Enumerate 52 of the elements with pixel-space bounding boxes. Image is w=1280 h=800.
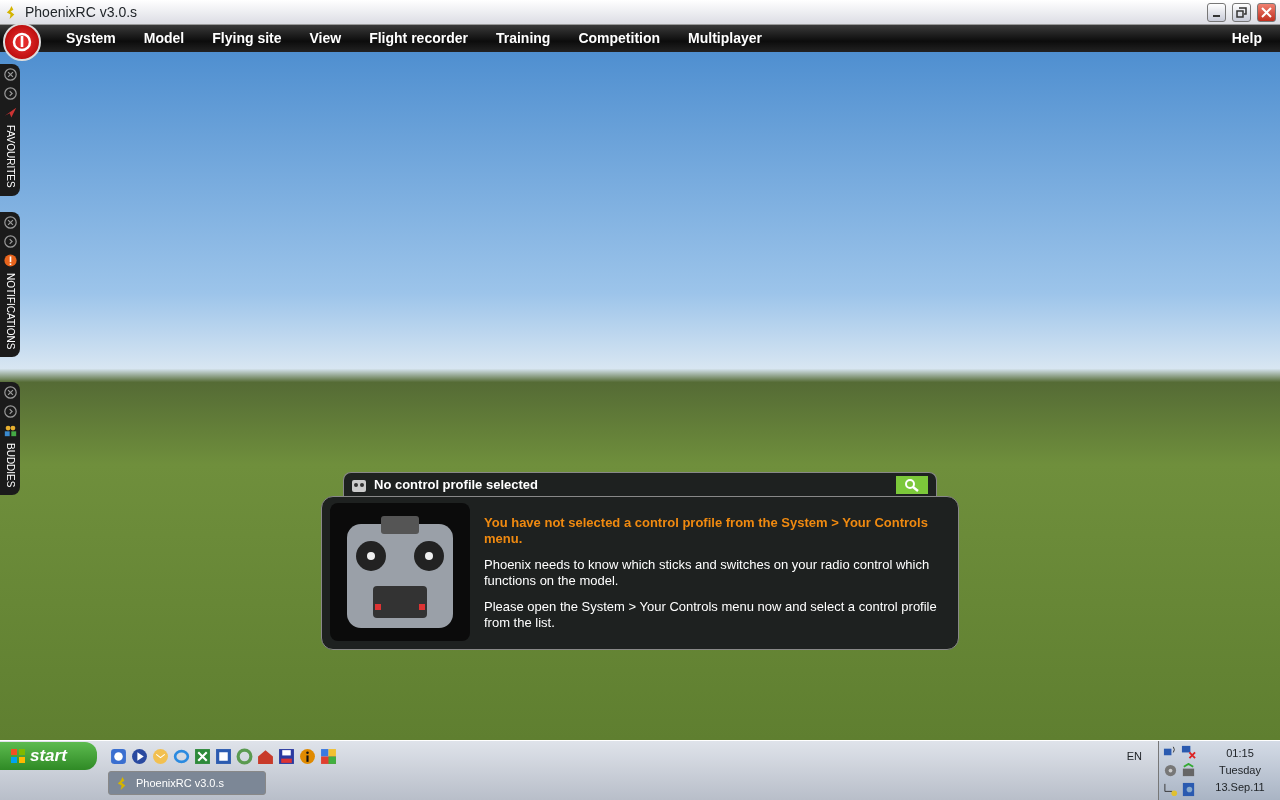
clock-time: 01:15 (1226, 746, 1254, 762)
flag-icon (10, 748, 26, 764)
menu-item[interactable]: Training (481, 28, 565, 49)
exclamation-icon (3, 254, 17, 267)
close-icon[interactable] (3, 216, 17, 229)
house-icon[interactable] (257, 747, 274, 765)
speaker-icon[interactable] (1163, 763, 1178, 778)
expand-icon[interactable] (3, 405, 17, 418)
warning-heading: You have not selected a control profile from the System > Your Controls menu. (484, 515, 929, 547)
taskbar-window-button[interactable]: PhoenixRC v3.0.s (108, 771, 266, 795)
menu-item[interactable]: Flight recorder (355, 28, 482, 49)
expand-icon[interactable] (3, 87, 17, 100)
search-icon (904, 477, 920, 492)
power-icon (12, 32, 32, 52)
minimize-icon (1213, 15, 1220, 17)
dialog-paragraph: Phoenix needs to know which sticks and switches on your radio control which functions on the model. (484, 557, 931, 589)
book-icon[interactable] (1181, 782, 1196, 797)
close-icon[interactable] (3, 68, 17, 81)
help-menu[interactable]: Help (1217, 28, 1276, 49)
app-icon[interactable] (110, 747, 127, 765)
menu-item[interactable]: Competition (564, 28, 675, 49)
panel-label[interactable]: NOTIFICATIONS (5, 273, 15, 350)
close-icon[interactable] (3, 386, 17, 399)
window-title: PhoenixRC v3.0.s (25, 2, 138, 22)
menu-item[interactable]: Model (129, 28, 199, 49)
restore-button[interactable] (1232, 2, 1251, 22)
panel-label[interactable]: FAVOURITES (5, 125, 15, 188)
dialog-paragraph: Please open the System > Your Controls menu now and select a control profile from the list. (484, 599, 938, 631)
dialog-title: No control profile selected (374, 475, 538, 494)
zoom-button[interactable] (896, 475, 928, 494)
network-icon[interactable] (1181, 744, 1196, 759)
close-icon (1261, 6, 1272, 18)
clock-date: 13.Sep.11 (1215, 780, 1265, 796)
expand-icon[interactable] (3, 235, 17, 248)
restore-icon (1236, 6, 1247, 18)
browser-icon[interactable] (173, 747, 190, 765)
language-indicator[interactable]: EN (1126, 747, 1142, 765)
close-button[interactable] (1257, 2, 1276, 22)
menu-item[interactable]: Multiplayer (674, 28, 776, 49)
panel-label[interactable]: BUDDIES (5, 443, 15, 488)
document-icon[interactable] (215, 747, 232, 765)
info-icon[interactable] (299, 747, 316, 765)
minimize-button[interactable] (1207, 2, 1226, 22)
menu-item[interactable]: View (295, 28, 356, 49)
menu-item[interactable]: System (52, 28, 130, 49)
cable-icon[interactable] (1163, 782, 1178, 797)
menu-item[interactable]: Flying site (198, 28, 296, 49)
clock-day: Tuesday (1219, 762, 1261, 779)
play-icon[interactable] (131, 747, 148, 765)
monitor-icon[interactable] (1181, 763, 1196, 778)
people-icon (3, 424, 17, 437)
spreadsheet-icon[interactable] (194, 747, 211, 765)
